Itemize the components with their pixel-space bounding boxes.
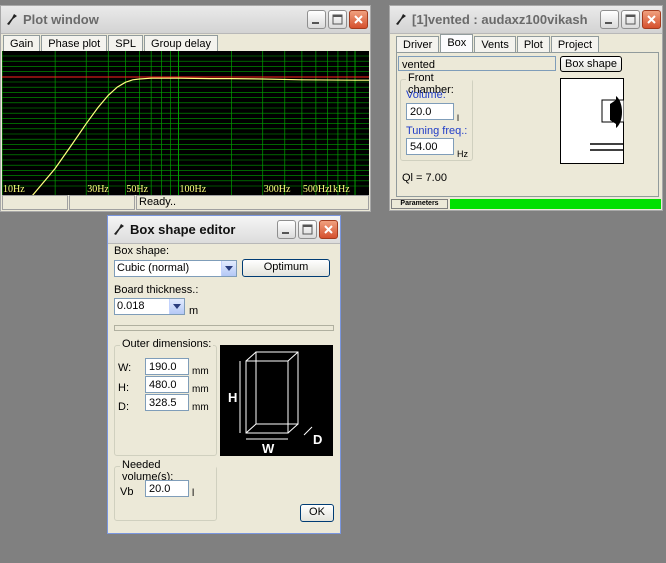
diagram-w-label: W: [262, 441, 275, 456]
optimum-button[interactable]: Optimum: [242, 259, 330, 277]
outer-dimensions-legend: Outer dimensions:: [120, 338, 214, 350]
maximize-button[interactable]: [621, 10, 640, 29]
maximize-button[interactable]: [328, 10, 347, 29]
x-tick-label: 100Hz: [180, 184, 207, 195]
tab-spl[interactable]: SPL: [108, 35, 144, 51]
project-status-bar: Parameters: [391, 199, 661, 209]
minimize-icon: [605, 22, 612, 24]
maximize-icon: [332, 14, 343, 25]
x-tick-label: 10Hz: [3, 184, 25, 195]
status-cell-2: [69, 195, 135, 210]
close-icon: [647, 15, 656, 24]
box-preview-diagram: [560, 78, 624, 164]
depth-unit: mm: [192, 402, 209, 413]
vb-label: Vb: [120, 486, 134, 498]
volume-field[interactable]: 20.0: [406, 103, 454, 120]
width-field[interactable]: 190.0: [145, 358, 189, 375]
height-unit: mm: [192, 384, 209, 395]
ok-button[interactable]: OK: [300, 504, 334, 522]
box-shape-editor-window: Box shape editor Box shape: Cubic (norma…: [107, 215, 341, 534]
close-button[interactable]: [319, 220, 338, 239]
x-tick-label: 50Hz: [126, 184, 148, 195]
plot-background: [2, 51, 369, 195]
diagram-h-label: H: [228, 390, 237, 405]
box-shape-dropdown[interactable]: [221, 261, 236, 276]
app-icon: [114, 224, 124, 235]
maximize-icon: [302, 224, 313, 235]
diagram-d-label: D: [313, 432, 322, 447]
volume-unit: l: [457, 113, 459, 123]
maximize-button[interactable]: [298, 220, 317, 239]
box-type-field[interactable]: vented: [398, 56, 556, 71]
board-thickness-select[interactable]: 0.018: [114, 298, 185, 315]
separator: [114, 325, 334, 331]
status-text: Ready..: [136, 195, 369, 210]
status-cell-1: [2, 195, 68, 210]
minimize-icon: [282, 232, 289, 234]
tab-box[interactable]: Box: [440, 34, 474, 52]
box-shape-value: Cubic (normal): [117, 262, 190, 274]
board-thickness-unit: m: [189, 305, 199, 317]
minimize-icon: [312, 22, 319, 24]
chevron-down-icon: [173, 304, 181, 309]
board-thickness-value: 0.018: [117, 300, 145, 312]
tab-project[interactable]: Project: [550, 36, 600, 52]
app-icon: [7, 14, 17, 25]
tuning-label: Tuning freq.:: [406, 125, 468, 137]
x-tick-label: 30Hz: [87, 184, 109, 195]
project-window-title: [1]vented : audaxz100vikash: [412, 12, 588, 27]
tab-vents[interactable]: Vents: [474, 36, 516, 52]
tab-driver[interactable]: Driver: [396, 36, 440, 52]
board-thickness-dropdown[interactable]: [169, 299, 184, 314]
box-shape-label: Box shape:: [114, 245, 170, 257]
close-button[interactable]: [349, 10, 368, 29]
x-tick-label: 1kHz: [328, 184, 350, 195]
ql-value: Ql = 7.00: [402, 172, 447, 184]
box-shape-editor-title: Box shape editor: [130, 222, 236, 237]
maximize-icon: [625, 14, 636, 25]
frequency-response-plot: 10Hz 30Hz 50Hz 100Hz 300Hz 500Hz1kHz: [2, 51, 369, 195]
close-button[interactable]: [642, 10, 661, 29]
close-icon: [324, 225, 333, 234]
depth-label: D:: [118, 401, 129, 413]
box-shape-select[interactable]: Cubic (normal): [114, 260, 237, 277]
plot-status-bar: Ready..: [2, 195, 369, 210]
box-shape-editor-titlebar[interactable]: Box shape editor: [108, 216, 340, 244]
box-shape-button[interactable]: Box shape: [560, 56, 622, 72]
minimize-button[interactable]: [277, 220, 296, 239]
tab-group-delay[interactable]: Group delay: [144, 35, 218, 51]
minimize-button[interactable]: [600, 10, 619, 29]
close-icon: [354, 15, 363, 24]
width-label: W:: [118, 362, 132, 374]
status-label: Parameters: [391, 199, 448, 209]
vb-unit: l: [192, 488, 195, 499]
width-unit: mm: [192, 366, 209, 377]
height-label: H:: [118, 382, 129, 394]
app-icon: [396, 14, 406, 25]
plot-window-titlebar[interactable]: Plot window: [1, 6, 370, 34]
x-tick-label: 500Hz: [303, 184, 330, 195]
project-window-titlebar[interactable]: [1]vented : audaxz100vikash: [390, 6, 662, 34]
volume-label: Volume:: [406, 89, 446, 101]
tuning-unit: Hz: [457, 149, 468, 159]
plot-window-title: Plot window: [23, 12, 99, 27]
depth-field[interactable]: 328.5: [145, 394, 189, 411]
vb-field[interactable]: 20.0: [145, 480, 189, 497]
progress-fill: [450, 199, 661, 209]
tuning-field[interactable]: 54.00: [406, 138, 454, 155]
progress-track: [450, 199, 661, 209]
height-field[interactable]: 480.0: [145, 376, 189, 393]
project-window: [1]vented : audaxz100vikash Driver Box V…: [389, 5, 663, 211]
tab-gain[interactable]: Gain: [3, 35, 41, 51]
tab-phase-plot[interactable]: Phase plot: [41, 35, 108, 51]
minimize-button[interactable]: [307, 10, 326, 29]
chevron-down-icon: [225, 266, 233, 271]
plot-window: Plot window Gain Phase plot SPL Group de…: [0, 5, 371, 212]
tab-plot[interactable]: Plot: [516, 36, 550, 52]
x-tick-label: 300Hz: [264, 184, 291, 195]
box-dimension-diagram: H W D: [220, 345, 333, 456]
board-thickness-label: Board thickness.:: [114, 284, 199, 296]
